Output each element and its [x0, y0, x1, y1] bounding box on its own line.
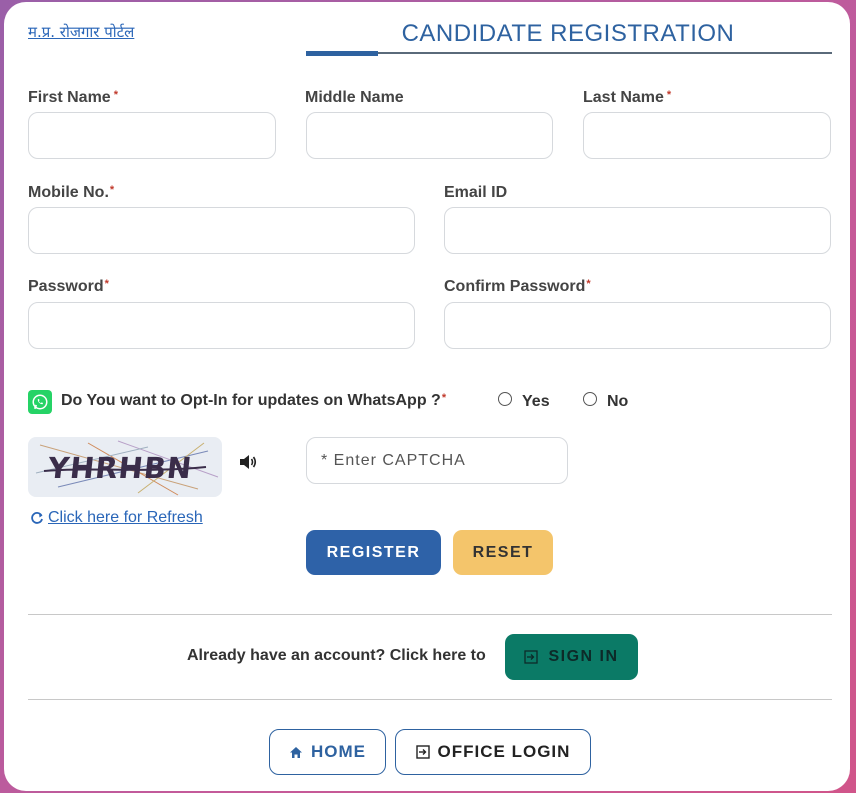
- last-name-label-text: Last Name: [583, 89, 664, 106]
- office-login-label[interactable]: OFFICE LOGIN: [438, 742, 571, 762]
- home-icon: [290, 746, 302, 758]
- registration-card: म.प्र. रोजगार पोर्टल CANDIDATE REGISTRAT…: [4, 2, 850, 791]
- captcha-input[interactable]: [306, 437, 568, 484]
- sign-in-icon: [524, 650, 539, 664]
- last-name-input[interactable]: [583, 112, 831, 159]
- required-marker: *: [104, 278, 109, 290]
- home-label[interactable]: HOME: [311, 742, 366, 762]
- middle-name-label: Middle Name: [305, 89, 404, 107]
- mobile-label-text: Mobile No.: [28, 184, 109, 201]
- email-label: Email ID: [444, 184, 507, 202]
- title-underline: [306, 52, 832, 54]
- confirm-password-label: Confirm Password*: [444, 278, 591, 296]
- whatsapp-yes-label[interactable]: Yes: [522, 393, 550, 411]
- page-title: CANDIDATE REGISTRATION: [401, 20, 735, 47]
- home-button[interactable]: HOME: [269, 729, 386, 775]
- whatsapp-no-label[interactable]: No: [607, 393, 628, 411]
- whatsapp-yes-radio[interactable]: [498, 392, 512, 406]
- first-name-input[interactable]: [28, 112, 276, 159]
- last-name-label: Last Name *: [583, 89, 671, 107]
- sign-in-button[interactable]: SIGN IN: [505, 634, 638, 680]
- refresh-icon: [31, 512, 43, 524]
- speaker-icon[interactable]: [238, 453, 258, 476]
- mobile-label: Mobile No.*: [28, 184, 114, 202]
- whatsapp-no-radio[interactable]: [583, 392, 597, 406]
- divider: [28, 699, 832, 700]
- refresh-label[interactable]: Click here for Refresh: [48, 509, 203, 527]
- signin-prompt: Already have an account? Click here to: [187, 647, 486, 664]
- whatsapp-icon: [28, 390, 52, 414]
- sign-in-label[interactable]: SIGN IN: [548, 648, 618, 666]
- mobile-input[interactable]: [28, 207, 415, 254]
- whatsapp-question-text: Do You want to Opt-In for updates on Wha…: [61, 392, 441, 409]
- confirm-password-label-text: Confirm Password: [444, 278, 586, 295]
- required-marker: *: [441, 392, 447, 404]
- required-marker: *: [113, 89, 118, 101]
- register-button[interactable]: REGISTER: [306, 530, 441, 575]
- password-label-text: Password: [28, 278, 104, 295]
- required-marker: *: [109, 184, 115, 196]
- captcha-refresh-link[interactable]: Click here for Refresh: [30, 509, 203, 527]
- password-label: Password*: [28, 278, 109, 296]
- middle-name-label-text: Middle Name: [305, 89, 404, 106]
- title-accent-bar: [306, 51, 378, 56]
- first-name-label-text: First Name: [28, 89, 111, 106]
- office-login-icon: [415, 745, 430, 759]
- portal-home-link[interactable]: म.प्र. रोजगार पोर्टल: [28, 22, 134, 42]
- email-input[interactable]: [444, 207, 831, 254]
- divider: [28, 614, 832, 615]
- required-marker: *: [586, 278, 591, 290]
- password-input[interactable]: [28, 302, 415, 349]
- confirm-password-input[interactable]: [444, 302, 831, 349]
- required-marker: *: [666, 89, 672, 101]
- captcha-image: YHRHBN: [28, 437, 222, 497]
- whatsapp-optin-question: Do You want to Opt-In for updates on Wha…: [61, 392, 446, 410]
- captcha-strike-line: [43, 466, 207, 472]
- middle-name-input[interactable]: [306, 112, 553, 159]
- reset-button[interactable]: RESET: [453, 530, 553, 575]
- email-label-text: Email ID: [444, 184, 508, 201]
- office-login-button[interactable]: OFFICE LOGIN: [395, 729, 591, 775]
- first-name-label: First Name *: [28, 89, 118, 107]
